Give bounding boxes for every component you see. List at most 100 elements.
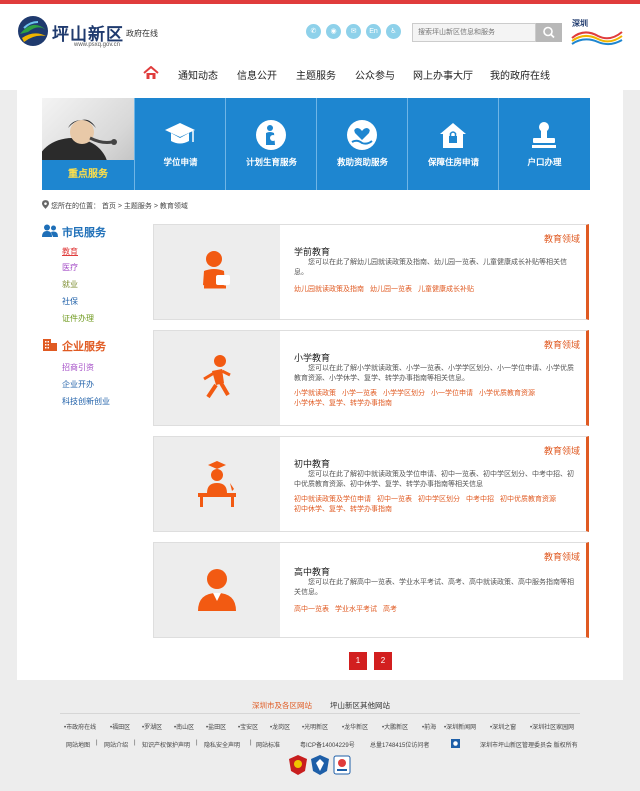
sidebar-item-company-setup[interactable]: 企业开办	[62, 379, 94, 390]
english-icon[interactable]: En	[366, 24, 381, 39]
phone-icon[interactable]: ✆	[306, 24, 321, 39]
footer-about-link[interactable]: 网站介绍	[104, 740, 128, 749]
footer-icp-number[interactable]: 粤ICP备14004229号	[300, 740, 355, 749]
sidebar-business-header[interactable]: 企业服务	[42, 336, 142, 354]
card-link[interactable]: 初中一览表	[377, 496, 412, 503]
tile-label: 保障住房申请	[427, 157, 479, 167]
party-badge-icon[interactable]	[289, 755, 307, 775]
card-link[interactable]: 小学就读政策	[294, 390, 336, 397]
main-nav: 通知动态 信息公开 主题服务 公众参与 网上办事大厅 我的政府在线	[0, 62, 640, 86]
accessibility-icon[interactable]: ♿	[386, 24, 401, 39]
card-link[interactable]: 小一学位申请	[431, 390, 473, 397]
weibo-icon[interactable]: ◉	[326, 24, 341, 39]
service-card-junior[interactable]: 教育领域 初中教育 您可以在此了解初中就读政策及学位申请、初中一览表、初中学区划…	[153, 436, 589, 532]
site-logo[interactable]: 坪山新区 政府在线 www.psxq.gov.cn	[16, 14, 166, 54]
breadcrumb-home[interactable]: 首页	[102, 203, 116, 210]
sidebar-item-education[interactable]: 教育	[62, 246, 78, 257]
footer-link[interactable]: •宝安区	[238, 722, 258, 731]
footer-link[interactable]: •光明新区	[302, 722, 328, 731]
card-link[interactable]: 幼儿园就读政策及指南	[294, 286, 364, 293]
tile-family-planning[interactable]: 计划生育服务	[225, 98, 316, 190]
tile-label: 户口办理	[527, 157, 562, 167]
card-link[interactable]: 小学学区划分	[383, 390, 425, 397]
card-link[interactable]: 儿童健康成长补贴	[418, 286, 474, 293]
nav-item-info-disclosure[interactable]: 信息公开	[237, 67, 277, 82]
footer-link[interactable]: •罗湖区	[142, 722, 162, 731]
sidebar-citizen-title: 市民服务	[62, 227, 106, 239]
service-card-senior[interactable]: 教育领域 高中教育 您可以在此了解高中一览表、学业水平考试、高考、高中就读政策、…	[153, 542, 589, 638]
building-icon	[43, 339, 57, 351]
sidebar-citizen-header[interactable]: 市民服务	[42, 222, 142, 240]
card-link[interactable]: 小学休学、复学、转学办事指南	[294, 400, 392, 407]
footer-tab-city-sites[interactable]: 深圳市及各区网站	[252, 700, 312, 711]
card-link[interactable]: 初中学区划分	[418, 496, 460, 503]
footer-link[interactable]: •龙岗区	[270, 722, 290, 731]
breadcrumb-theme[interactable]: 主题服务	[124, 203, 152, 210]
police-badge-icon[interactable]	[311, 755, 329, 775]
card-link[interactable]: 幼儿园一览表	[370, 286, 412, 293]
nav-item-notices[interactable]: 通知动态	[178, 67, 218, 82]
footer-badges	[289, 755, 351, 777]
card-tag: 教育领域	[543, 340, 580, 350]
tile-household-registration[interactable]: 户口办理	[498, 98, 589, 190]
page-button-1[interactable]: 1	[349, 652, 367, 670]
footer-link[interactable]: •深圳之窗	[490, 722, 516, 731]
footer-link[interactable]: •盐田区	[206, 722, 226, 731]
accessibility-badge-icon[interactable]	[451, 739, 460, 748]
shenzhen-logo[interactable]: 深圳	[570, 18, 624, 48]
footer-link[interactable]: •市政府在线	[64, 722, 96, 731]
search-input[interactable]	[412, 23, 536, 42]
page-button-2[interactable]: 2	[374, 652, 392, 670]
footer-ip-link[interactable]: 知识产权保护声明	[142, 740, 190, 749]
card-link[interactable]: 高中一览表	[294, 606, 329, 613]
sidebar-item-certificates[interactable]: 证件办理	[62, 313, 94, 324]
card-link[interactable]: 小学一览表	[342, 390, 377, 397]
footer-standard-link[interactable]: 网站标准	[256, 740, 280, 749]
footer-privacy-link[interactable]: 隐私安全声明	[204, 740, 240, 749]
nav-item-public-participation[interactable]: 公众参与	[355, 67, 395, 82]
commerce-badge-icon[interactable]	[333, 755, 351, 775]
wechat-icon[interactable]: ✉	[346, 24, 361, 39]
sidebar-item-social-security[interactable]: 社保	[62, 296, 78, 307]
service-card-primary[interactable]: 教育领域 小学教育 您可以在此了解小学就读政策、小学一览表、小学学区划分、小一学…	[153, 330, 589, 426]
search-button[interactable]	[536, 23, 562, 42]
nav-item-theme-services[interactable]: 主题服务	[296, 67, 336, 82]
footer-link[interactable]: •大鹏新区	[382, 722, 408, 731]
footer-link[interactable]: •福田区	[110, 722, 130, 731]
card-title[interactable]: 学前教育	[294, 245, 330, 258]
card-link[interactable]: 初中优质教育资源	[500, 496, 556, 503]
service-card-preschool[interactable]: 教育领域 学前教育 您可以在此了解幼儿园就读政策及指南、幼儿园一览表、儿童健康成…	[153, 224, 589, 320]
card-title[interactable]: 初中教育	[294, 457, 330, 470]
tile-label: 学位申请	[163, 157, 198, 167]
card-link[interactable]: 高考	[383, 606, 397, 613]
sidebar-item-investment[interactable]: 招商引资	[62, 362, 94, 373]
footer-link[interactable]: •深圳新闻网	[444, 722, 476, 731]
nav-item-my-gov[interactable]: 我的政府在线	[490, 67, 550, 82]
card-link[interactable]: 小学优质教育资源	[479, 390, 535, 397]
footer-sitemap-link[interactable]: 网站地图	[66, 740, 90, 749]
footer-link[interactable]: •深圳社区家园网	[530, 722, 574, 731]
tile-housing-application[interactable]: 保障住房申请	[407, 98, 498, 190]
card-link[interactable]: 初中就读政策及学位申请	[294, 496, 371, 503]
people-icon	[42, 224, 58, 237]
card-links: 幼儿园就读政策及指南 幼儿园一览表 儿童健康成长补贴	[294, 285, 576, 295]
footer-tabs: 深圳市及各区网站 坪山新区其他网站	[0, 700, 640, 712]
card-link[interactable]: 初中休学、复学、转学办事指南	[294, 506, 392, 513]
footer-link[interactable]: •龙华新区	[342, 722, 368, 731]
breadcrumb-separator: >	[117, 203, 122, 210]
tile-degree-application[interactable]: 学位申请	[134, 98, 225, 190]
card-link[interactable]: 中考中招	[466, 496, 494, 503]
footer-tab-other-sites[interactable]: 坪山新区其他网站	[330, 700, 390, 711]
footer-link[interactable]: •前海	[422, 722, 436, 731]
tile-aid-services[interactable]: 救助资助服务	[316, 98, 407, 190]
card-link[interactable]: 学业水平考试	[335, 606, 377, 613]
card-title[interactable]: 高中教育	[294, 565, 330, 578]
sidebar-item-medical[interactable]: 医疗	[62, 262, 78, 273]
card-title[interactable]: 小学教育	[294, 351, 330, 364]
sidebar-item-innovation[interactable]: 科技创新创业	[62, 396, 110, 407]
student-portrait-icon	[198, 569, 236, 611]
sidebar-item-employment[interactable]: 就业	[62, 279, 78, 290]
home-icon[interactable]	[143, 66, 159, 80]
footer-link[interactable]: •南山区	[174, 722, 194, 731]
nav-item-online-hall[interactable]: 网上办事大厅	[413, 67, 473, 82]
